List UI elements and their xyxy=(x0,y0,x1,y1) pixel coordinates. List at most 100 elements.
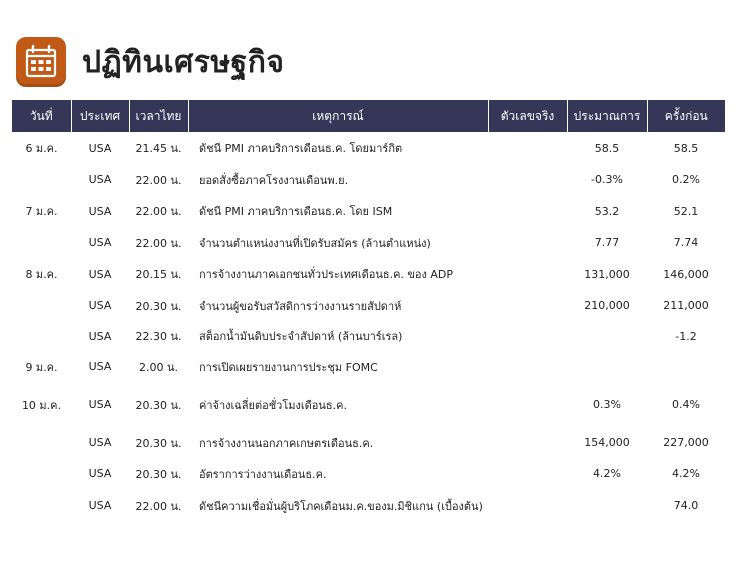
column-header-country[interactable]: ประเทศ xyxy=(70,100,129,132)
cell-date xyxy=(12,164,71,195)
cell-time: 21.45 น. xyxy=(135,142,182,155)
calendar-icon xyxy=(16,37,66,87)
cell-country: USA xyxy=(88,204,112,218)
cell-time: 22.00 น. xyxy=(135,499,182,513)
cell-previous: 227,000 xyxy=(663,436,709,449)
cell-date xyxy=(12,227,71,258)
cell-event: ดัชนี PMI ภาคบริการเดือนธ.ค. โดยมาร์กิต xyxy=(199,142,403,155)
cell-forecast: 154,000 xyxy=(584,436,630,449)
cell-country: USA xyxy=(88,236,112,249)
cell-time: 20.15 น. xyxy=(135,268,182,281)
cell-date xyxy=(12,321,71,351)
table-row: 6 ม.ค. USA 21.45 น. ดัชนี PMI ภาคบริการเดือ… xyxy=(12,132,725,164)
cell-event: อัตราการว่างงานเดือนธ.ค. xyxy=(199,467,327,481)
cell-event: ดัชนี PMI ภาคบริการเดือนธ.ค. โดย ISM xyxy=(199,205,393,218)
column-header-actual[interactable]: ตัวเลขจริง xyxy=(487,100,567,132)
column-header-time[interactable]: เวลาไทย xyxy=(128,100,188,132)
cell-actual xyxy=(488,258,567,290)
table-row: 8 ม.ค. USA 20.15 น. การจ้างงานภาคเอกชนทั่วป… xyxy=(12,258,725,290)
cell-event: จำนวนตำแหน่งงานที่เปิดรับสมัคร (ล้านตำแห… xyxy=(199,236,431,250)
cell-country: USA xyxy=(88,299,112,312)
table-row: USA 20.30 น. อัตราการว่างงานเดือนธ.ค. 4.2% 4… xyxy=(12,458,725,489)
cell-previous: 74.0 xyxy=(673,499,699,512)
cell-forecast: -0.3% xyxy=(591,173,623,186)
cell-country: USA xyxy=(88,173,112,186)
cell-time: 22.00 น. xyxy=(135,236,182,250)
table-row: 7 ม.ค. USA 22.00 น. ดัชนี PMI ภาคบริการเดือ… xyxy=(12,195,725,227)
cell-country: USA xyxy=(88,398,112,411)
cell-actual xyxy=(488,164,567,195)
cell-date: 6 ม.ค. xyxy=(25,142,58,155)
cell-forecast xyxy=(567,351,647,382)
cell-actual xyxy=(488,195,567,227)
cell-previous: 211,000 xyxy=(663,299,709,312)
cell-time: 20.30 น. xyxy=(135,398,182,412)
cell-date xyxy=(12,427,71,458)
table-header-row: วันที่ ประเทศ เวลาไทย เหตุการณ์ ตัวเลขจร… xyxy=(12,100,725,132)
cell-forecast: 7.77 xyxy=(594,236,620,249)
table-row: USA 22.00 น. ดัชนีความเชื่อมั่นผู้บริโภคเด… xyxy=(12,489,725,522)
cell-actual xyxy=(488,427,567,458)
cell-country: USA xyxy=(88,267,112,281)
cell-time: 22.00 น. xyxy=(135,173,182,187)
cell-time: 22.00 น. xyxy=(135,205,182,218)
table-row: USA 20.30 น. การจ้างงานนอกภาคเกษตรเดือนธ.ค… xyxy=(12,427,725,458)
cell-time: 20.30 น. xyxy=(135,299,182,313)
table-row: USA 20.30 น. จำนวนผู้ขอรับสวัสดิการว่างงาน… xyxy=(12,290,725,321)
column-header-forecast[interactable]: ประมาณการ xyxy=(566,100,647,132)
cell-actual xyxy=(488,351,567,382)
cell-previous: 146,000 xyxy=(663,267,709,281)
cell-actual xyxy=(488,458,567,489)
cell-event: การเปิดเผยรายงานการประชุม FOMC xyxy=(199,360,378,374)
cell-forecast xyxy=(567,321,647,351)
cell-actual xyxy=(488,132,567,164)
cell-actual xyxy=(488,290,567,321)
economic-calendar-table: วันที่ ประเทศ เวลาไทย เหตุการณ์ ตัวเลขจร… xyxy=(12,100,725,522)
cell-date xyxy=(12,458,71,489)
table-row: 9 ม.ค. USA 2.00 น. การเปิดเผยรายงานการประชุ… xyxy=(12,351,725,382)
cell-date: 9 ม.ค. xyxy=(25,360,58,374)
cell-event: ยอดสั่งซื้อภาคโรงงานเดือนพ.ย. xyxy=(199,173,349,187)
cell-forecast: 58.5 xyxy=(594,141,620,155)
table-row: USA 22.00 น. ยอดสั่งซื้อภาคโรงงานเดือนพ.ย.… xyxy=(12,164,725,195)
page-title: ปฏิทินเศรษฐกิจ xyxy=(82,44,285,80)
column-header-date[interactable]: วันที่ xyxy=(12,100,71,132)
cell-event: จำนวนผู้ขอรับสวัสดิการว่างงานรายสัปดาห์ xyxy=(199,299,402,313)
cell-country: USA xyxy=(88,360,112,373)
cell-date: 7 ม.ค. xyxy=(25,205,58,218)
page-header: ปฏิทินเศรษฐกิจ xyxy=(16,36,284,88)
cell-previous: 0.4% xyxy=(672,398,700,411)
cell-previous: 4.2% xyxy=(672,467,700,480)
cell-event: การจ้างงานภาคเอกชนทั่วประเทศเดือนธ.ค. ขอ… xyxy=(199,268,454,281)
cell-forecast: 0.3% xyxy=(593,398,621,411)
cell-forecast: 53.2 xyxy=(594,204,620,218)
table-row: 10 ม.ค. USA 20.30 น. ค่าจ้างเฉลี่ยต่อชั่วโม… xyxy=(12,382,725,427)
cell-time: 2.00 น. xyxy=(138,360,178,374)
cell-country: USA xyxy=(88,436,112,449)
cell-forecast: 131,000 xyxy=(584,267,630,281)
table-row: USA 22.00 น. จำนวนตำแหน่งงานที่เปิดรับสมัค… xyxy=(12,227,725,258)
cell-event: ดัชนีความเชื่อมั่นผู้บริโภคเดือนม.ค.ของม… xyxy=(199,499,483,513)
cell-date xyxy=(12,489,71,522)
cell-actual xyxy=(488,489,567,522)
cell-previous: 52.1 xyxy=(673,204,699,218)
cell-previous xyxy=(647,351,725,382)
cell-country: USA xyxy=(88,499,112,512)
cell-forecast: 4.2% xyxy=(593,467,621,480)
cell-date: 10 ม.ค. xyxy=(21,398,62,412)
column-header-previous[interactable]: ครั้งก่อน xyxy=(646,100,725,132)
cell-previous: 7.74 xyxy=(673,236,699,249)
cell-event: สต็อกน้ำมันดิบประจำสัปดาห์ (ล้านบาร์เรล) xyxy=(199,330,403,343)
table-row: USA 22.30 น. สต็อกน้ำมันดิบประจำสัปดาห์ (ล… xyxy=(12,321,725,351)
cell-country: USA xyxy=(88,141,112,155)
cell-time: 20.30 น. xyxy=(135,467,182,481)
cell-actual xyxy=(488,382,567,427)
column-header-event[interactable]: เหตุการณ์ xyxy=(187,100,488,132)
cell-country: USA xyxy=(88,329,112,343)
cell-date xyxy=(12,290,71,321)
cell-previous: 58.5 xyxy=(673,141,699,155)
cell-forecast: 210,000 xyxy=(584,299,630,312)
cell-country: USA xyxy=(88,467,112,480)
cell-actual xyxy=(488,321,567,351)
cell-date: 8 ม.ค. xyxy=(25,268,58,281)
